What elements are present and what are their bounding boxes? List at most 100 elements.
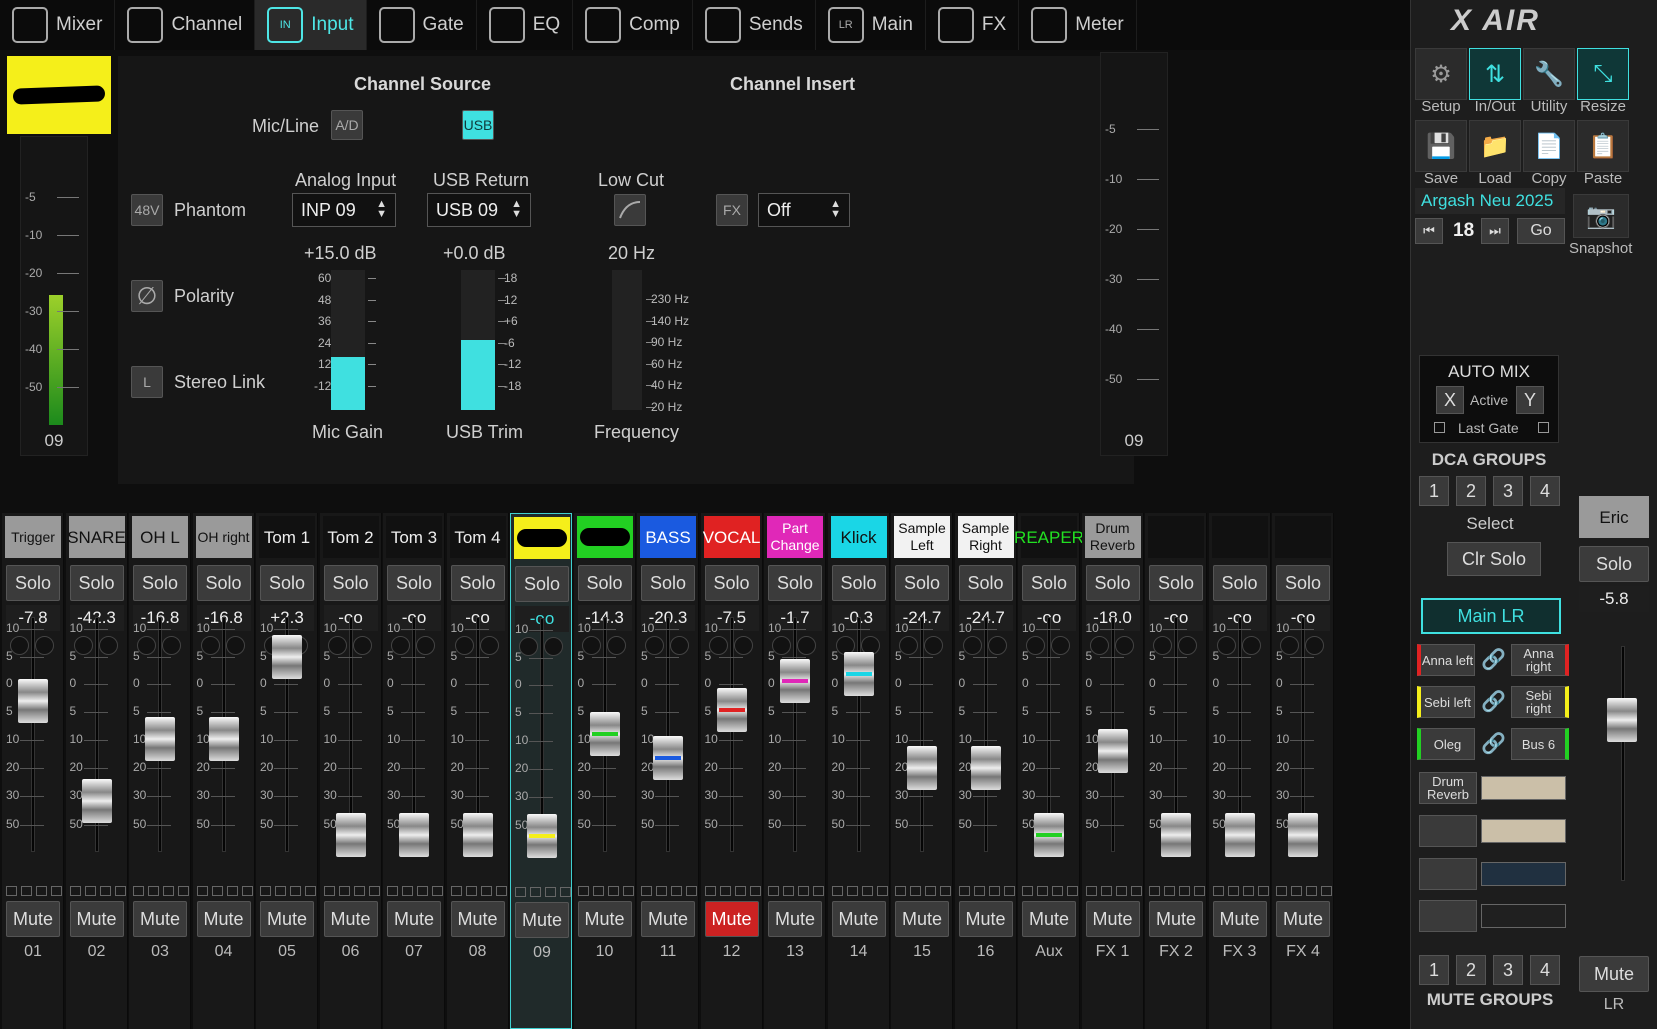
stereo-link-icon[interactable]: 🔗 xyxy=(1481,689,1506,714)
mute-button[interactable]: Mute xyxy=(958,901,1013,937)
tab-main[interactable]: LR Main xyxy=(816,0,926,50)
channel-name[interactable]: Tom 3 xyxy=(386,516,442,558)
clear-solo-button[interactable]: Clr Solo xyxy=(1447,542,1541,576)
solo-button[interactable]: Solo xyxy=(1085,565,1140,601)
mute-button[interactable]: Mute xyxy=(831,901,886,937)
main-fader-cap[interactable] xyxy=(1607,698,1637,742)
snapshot-next-button[interactable]: ⏭ xyxy=(1481,218,1509,244)
fx-slot-3[interactable] xyxy=(1419,858,1477,890)
fader-cap[interactable] xyxy=(145,717,175,761)
fader-cap[interactable] xyxy=(81,779,112,823)
channel-name[interactable]: VOCAL xyxy=(703,516,760,558)
dca-group-4-button[interactable]: 4 xyxy=(1530,476,1560,506)
automix-y-button[interactable]: Y xyxy=(1516,386,1544,414)
tab-comp[interactable]: Comp xyxy=(573,0,693,50)
polarity-button[interactable]: ∅ xyxy=(131,280,163,312)
channel-name[interactable]: Klick xyxy=(830,516,887,558)
channel-name[interactable]: BASS xyxy=(640,516,696,558)
resize-button[interactable]: ⤡ xyxy=(1577,48,1629,100)
channel-name[interactable] xyxy=(1148,516,1204,558)
solo-button[interactable]: Solo xyxy=(895,565,949,601)
channel-name[interactable]: Part Change xyxy=(767,516,823,558)
solo-button[interactable]: Solo xyxy=(1022,565,1076,601)
snapshot-go-button[interactable]: Go xyxy=(1517,218,1565,244)
fx-rack-3[interactable] xyxy=(1481,862,1566,886)
channel-name[interactable]: Tom 4 xyxy=(449,516,506,558)
fx-slot-2[interactable] xyxy=(1419,815,1477,847)
save-button[interactable]: 💾 xyxy=(1415,120,1467,172)
copy-button[interactable]: 📄 xyxy=(1523,120,1575,172)
tab-input[interactable]: IN Input xyxy=(255,0,367,50)
insert-select[interactable]: Off ▲ ▼ xyxy=(758,193,850,227)
fader-cap[interactable] xyxy=(1288,813,1318,857)
fader-cap[interactable] xyxy=(1224,813,1255,857)
fader-cap[interactable] xyxy=(18,679,48,723)
tab-meter[interactable]: Meter xyxy=(1019,0,1137,50)
mute-button[interactable]: Mute xyxy=(768,901,822,937)
bus-button-right[interactable]: Bus 6 xyxy=(1511,728,1569,760)
solo-button[interactable]: Solo xyxy=(6,565,60,601)
fader-cap[interactable] xyxy=(1161,813,1191,857)
mute-button[interactable]: Mute xyxy=(704,901,759,937)
mute-button[interactable]: Mute xyxy=(260,901,314,937)
fader-cap[interactable] xyxy=(716,688,747,732)
mute-group-3-button[interactable]: 3 xyxy=(1493,955,1523,985)
low-cut-button[interactable] xyxy=(614,194,646,226)
stereo-link-icon[interactable]: 🔗 xyxy=(1481,647,1506,672)
fader-track[interactable] xyxy=(920,617,924,852)
channel-name[interactable]: REAPER xyxy=(1014,516,1084,558)
mute-button[interactable]: Mute xyxy=(450,901,505,937)
tab-gate[interactable]: Gate xyxy=(367,0,477,50)
bus-button-left[interactable]: Oleg xyxy=(1417,728,1475,760)
mute-button[interactable]: Mute xyxy=(895,901,949,937)
fx-rack-4[interactable] xyxy=(1481,904,1566,928)
tab-channel[interactable]: Channel xyxy=(115,0,256,50)
solo-button[interactable]: Solo xyxy=(577,565,632,601)
fader-cap[interactable] xyxy=(272,635,302,679)
fader-cap[interactable] xyxy=(970,746,1001,790)
stereo-link-button[interactable]: L xyxy=(131,366,163,398)
fader-cap[interactable] xyxy=(653,736,683,780)
fader-cap[interactable] xyxy=(843,652,874,696)
solo-button[interactable]: Solo xyxy=(133,565,187,601)
channel-name[interactable] xyxy=(576,516,633,558)
dca-group-1-button[interactable]: 1 xyxy=(1419,476,1449,506)
channel-name[interactable]: Tom 2 xyxy=(322,516,379,558)
channel-name[interactable]: Trigger xyxy=(5,516,61,558)
tab-mixer[interactable]: Mixer xyxy=(0,0,116,50)
last-gate-checkbox-right[interactable] xyxy=(1538,422,1549,433)
fx-rack-1[interactable] xyxy=(1481,776,1566,800)
solo-button[interactable]: Solo xyxy=(323,565,378,601)
solo-button[interactable]: Solo xyxy=(831,565,886,601)
load-button[interactable]: 📁 xyxy=(1469,120,1521,172)
mute-button[interactable]: Mute xyxy=(387,901,441,937)
phantom-power-button[interactable]: 48V xyxy=(131,194,163,226)
frequency-slider[interactable] xyxy=(612,270,642,410)
tab-eq[interactable]: EQ xyxy=(477,0,574,50)
fader-cap[interactable] xyxy=(462,813,493,857)
fader-cap[interactable] xyxy=(907,746,937,790)
tab-fx[interactable]: FX xyxy=(926,0,1020,50)
fader-cap[interactable] xyxy=(1034,813,1064,857)
solo-button[interactable]: Solo xyxy=(1149,565,1203,601)
solo-button[interactable]: Solo xyxy=(450,565,505,601)
mute-button[interactable]: Mute xyxy=(69,901,124,937)
solo-button[interactable]: Solo xyxy=(69,565,124,601)
solo-button[interactable]: Solo xyxy=(958,565,1013,601)
channel-name[interactable] xyxy=(514,517,570,559)
dca-group-2-button[interactable]: 2 xyxy=(1456,476,1486,506)
fader-cap[interactable] xyxy=(335,813,366,857)
fx-rack-2[interactable] xyxy=(1481,819,1566,843)
last-gate-checkbox[interactable] xyxy=(1434,422,1445,433)
utility-button[interactable]: 🔧 xyxy=(1523,48,1575,100)
mute-button[interactable]: Mute xyxy=(641,901,695,937)
mute-button[interactable]: Mute xyxy=(323,901,378,937)
channel-name[interactable] xyxy=(1275,516,1331,558)
camera-icon[interactable]: 📷 xyxy=(1573,194,1629,238)
usb-trim-slider[interactable] xyxy=(461,270,495,410)
setup-button[interactable]: ⚙ xyxy=(1415,48,1467,100)
solo-button[interactable]: Solo xyxy=(387,565,441,601)
main-fader-track[interactable] xyxy=(1621,646,1625,881)
solo-button[interactable]: Solo xyxy=(1212,565,1267,601)
fx-slot-4[interactable] xyxy=(1419,900,1477,932)
